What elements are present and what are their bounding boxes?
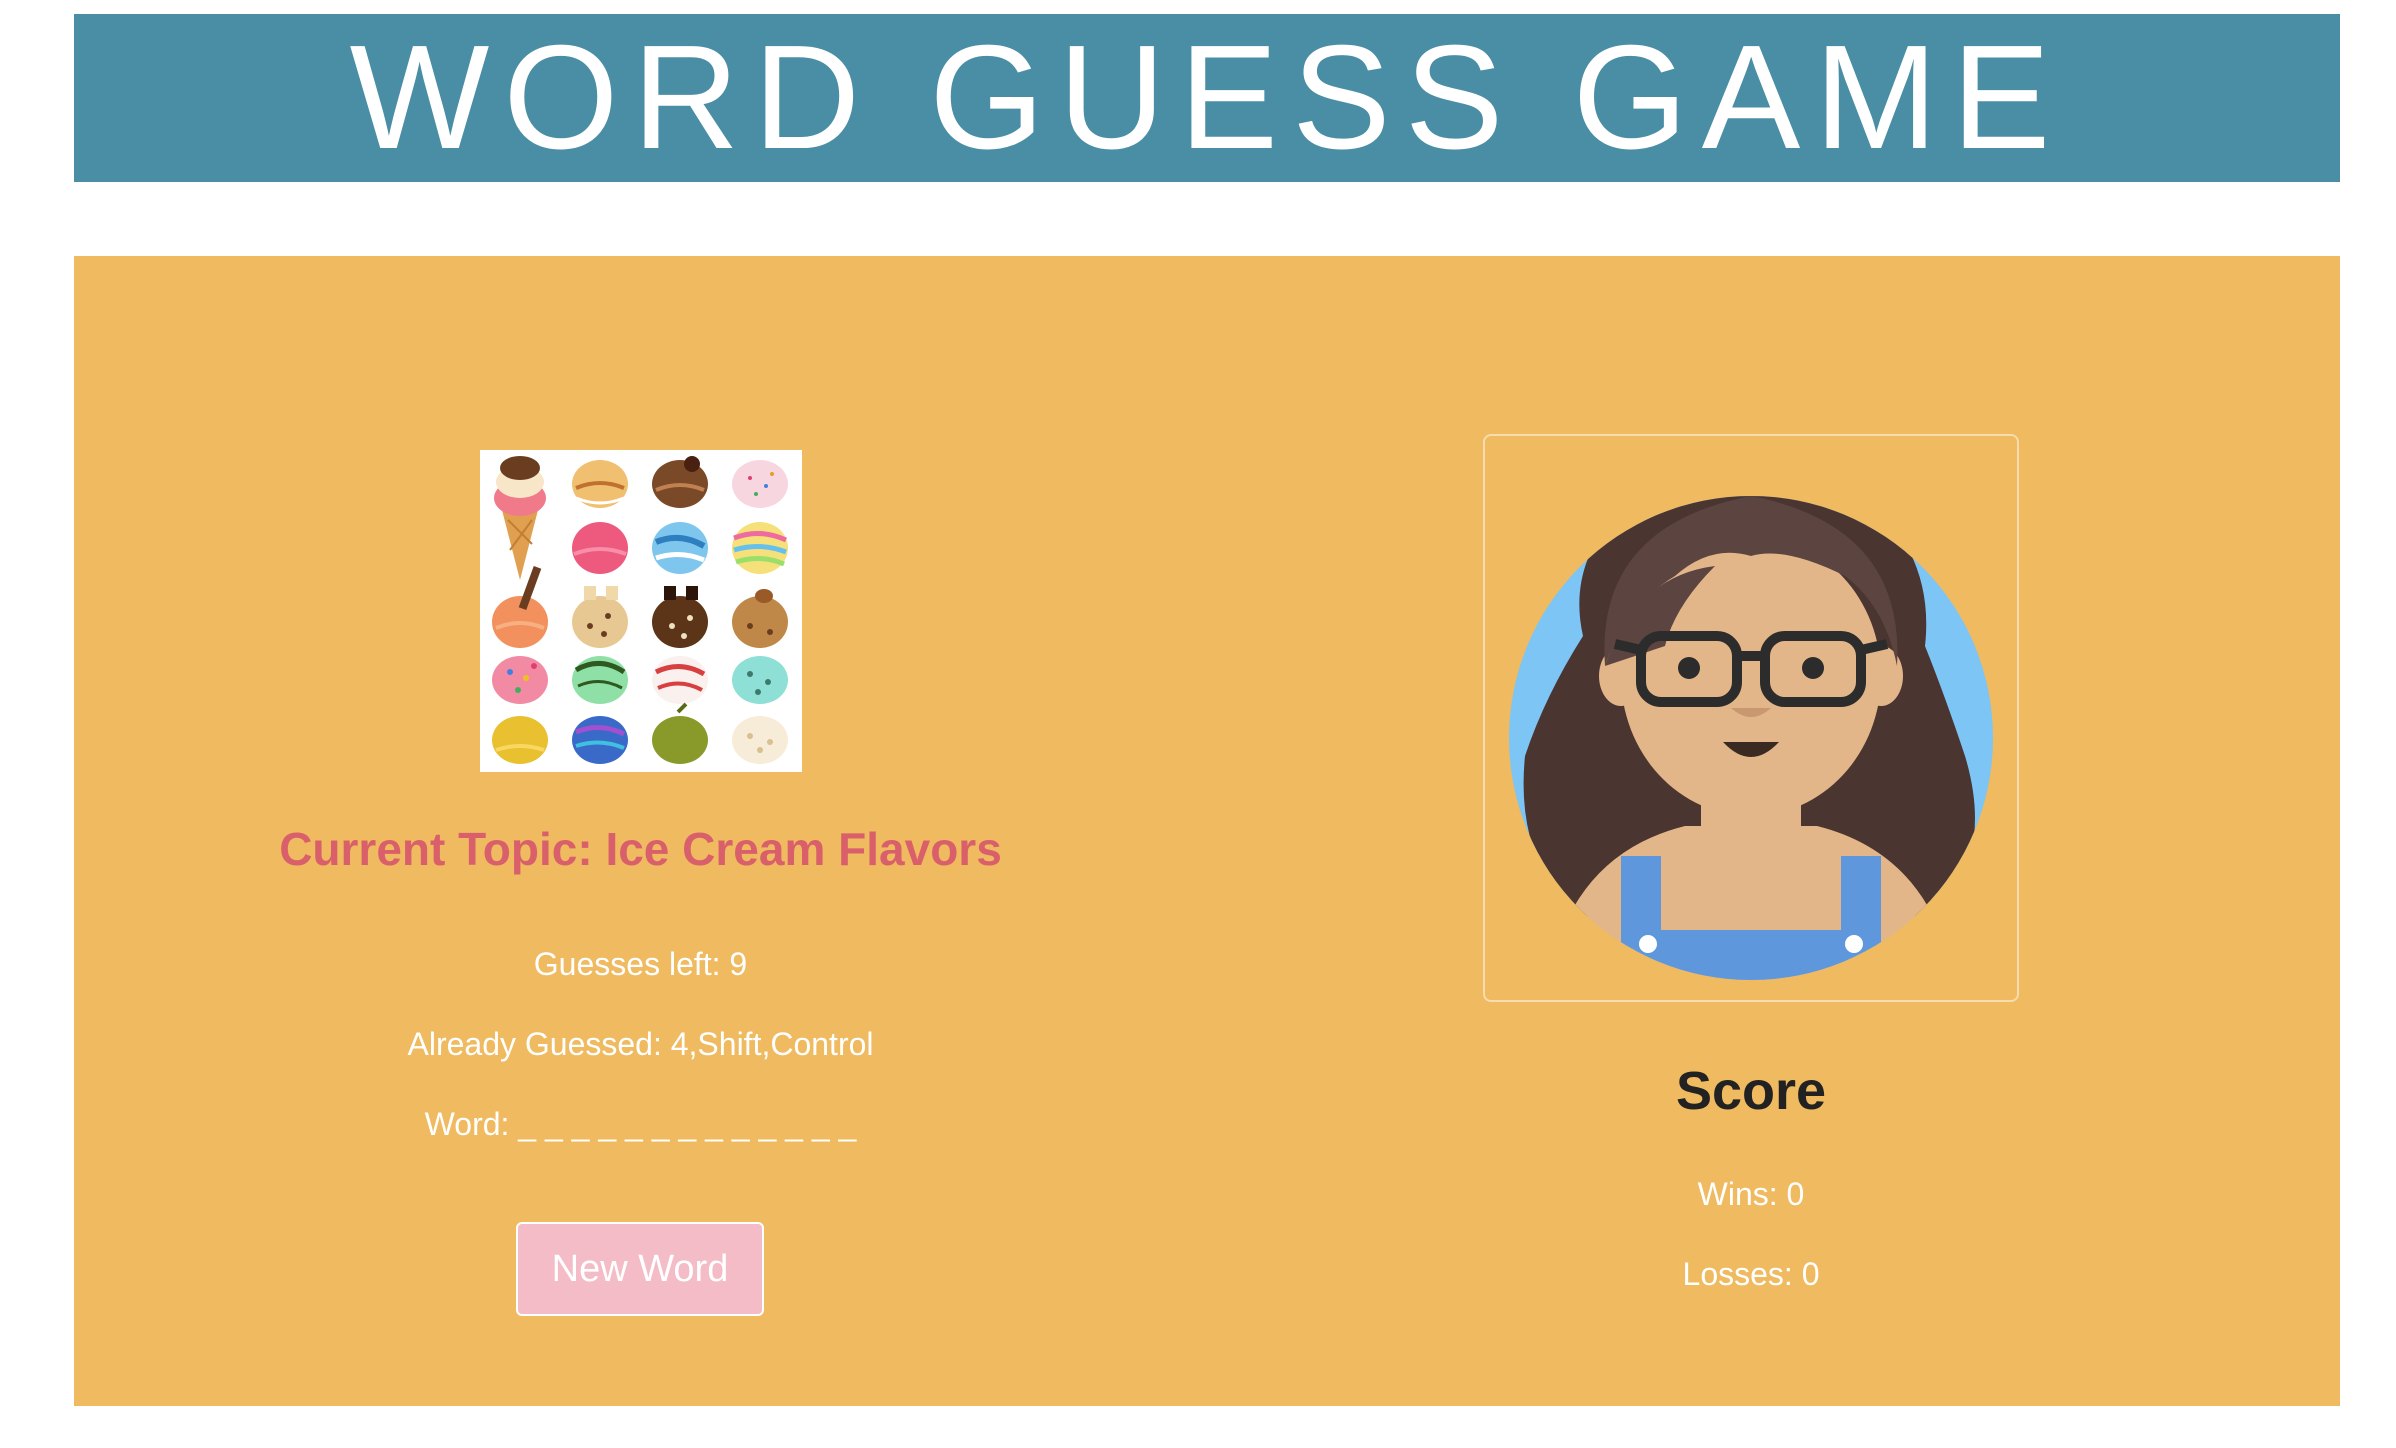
guesses-left-text: Guesses left: 9 [533, 946, 748, 982]
game-panel: Current Topic: Ice Cream Flavors Guesses… [74, 256, 2340, 1406]
avatar [1483, 434, 2019, 1002]
score-heading: Score [1675, 1061, 1827, 1121]
score-column: Score Wins: 0 Losses: 0 [1207, 256, 2340, 1406]
game-column: Current Topic: Ice Cream Flavors Guesses… [74, 256, 1207, 1406]
ice-cream-scoops-icon [492, 456, 788, 764]
girl-with-glasses-avatar-icon [1509, 496, 1993, 980]
current-topic-heading: Current Topic: Ice Cream Flavors [279, 823, 1002, 875]
ice-cream-image [480, 450, 802, 772]
already-guessed-text: Already Guessed: 4,Shift,Control [407, 1026, 874, 1062]
losses-text: Losses: 0 [1682, 1256, 1820, 1292]
wins-text: Wins: 0 [1697, 1176, 1805, 1212]
page-header: WORD GUESS GAME [74, 14, 2340, 182]
page-title: WORD GUESS GAME [349, 15, 2065, 180]
new-word-button[interactable]: New Word [516, 1222, 764, 1316]
word-progress-text: Word: _ _ _ _ _ _ _ _ _ _ _ _ _ [424, 1106, 857, 1142]
